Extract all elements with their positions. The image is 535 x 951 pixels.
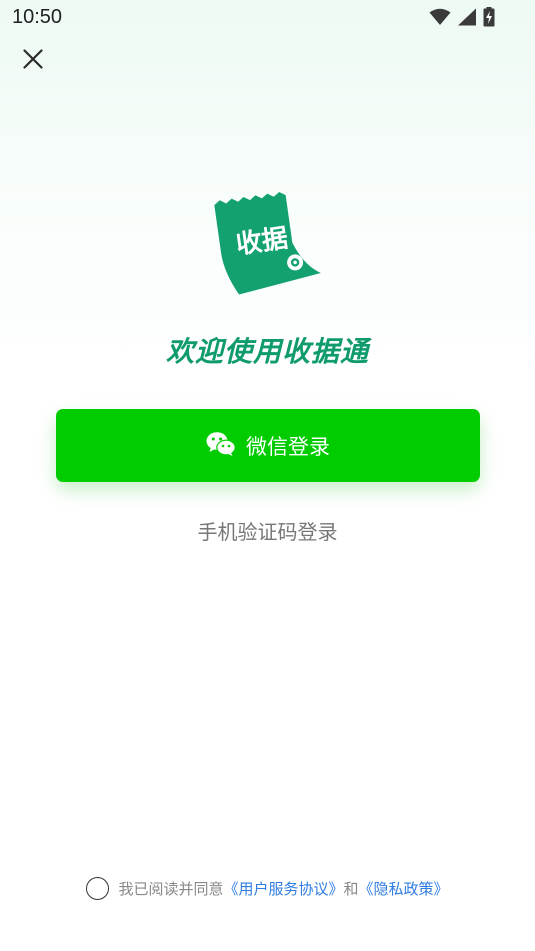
wechat-login-label: 微信登录: [246, 434, 330, 459]
status-time: 10:50: [12, 6, 63, 28]
sms-login-link[interactable]: 手机验证码登录: [0, 516, 535, 545]
agreement-prefix: 我已阅读并同意: [118, 880, 224, 898]
agreement-checkbox[interactable]: [86, 877, 110, 900]
privacy-policy-link[interactable]: 《隐私政策》: [359, 878, 449, 899]
agreement-conjunction: 和: [343, 880, 359, 898]
user-agreement-link[interactable]: 《用户服务协议》: [223, 878, 343, 899]
status-bar: 10:50: [0, 0, 535, 36]
agreement-row: 我已阅读并同意 《用户服务协议》 和 《隐私政策》: [0, 877, 535, 900]
status-icons: [429, 7, 495, 31]
close-button[interactable]: [14, 42, 52, 80]
battery-charging-icon: [483, 7, 495, 31]
app-logo: 收据: [212, 186, 324, 298]
welcome-title: 欢迎使用收据通: [165, 335, 369, 368]
cell-signal-icon: [457, 8, 477, 30]
wifi-icon: [429, 8, 451, 30]
wechat-icon: [206, 431, 236, 461]
close-icon: [23, 49, 43, 73]
wechat-login-button[interactable]: 微信登录: [56, 409, 480, 482]
